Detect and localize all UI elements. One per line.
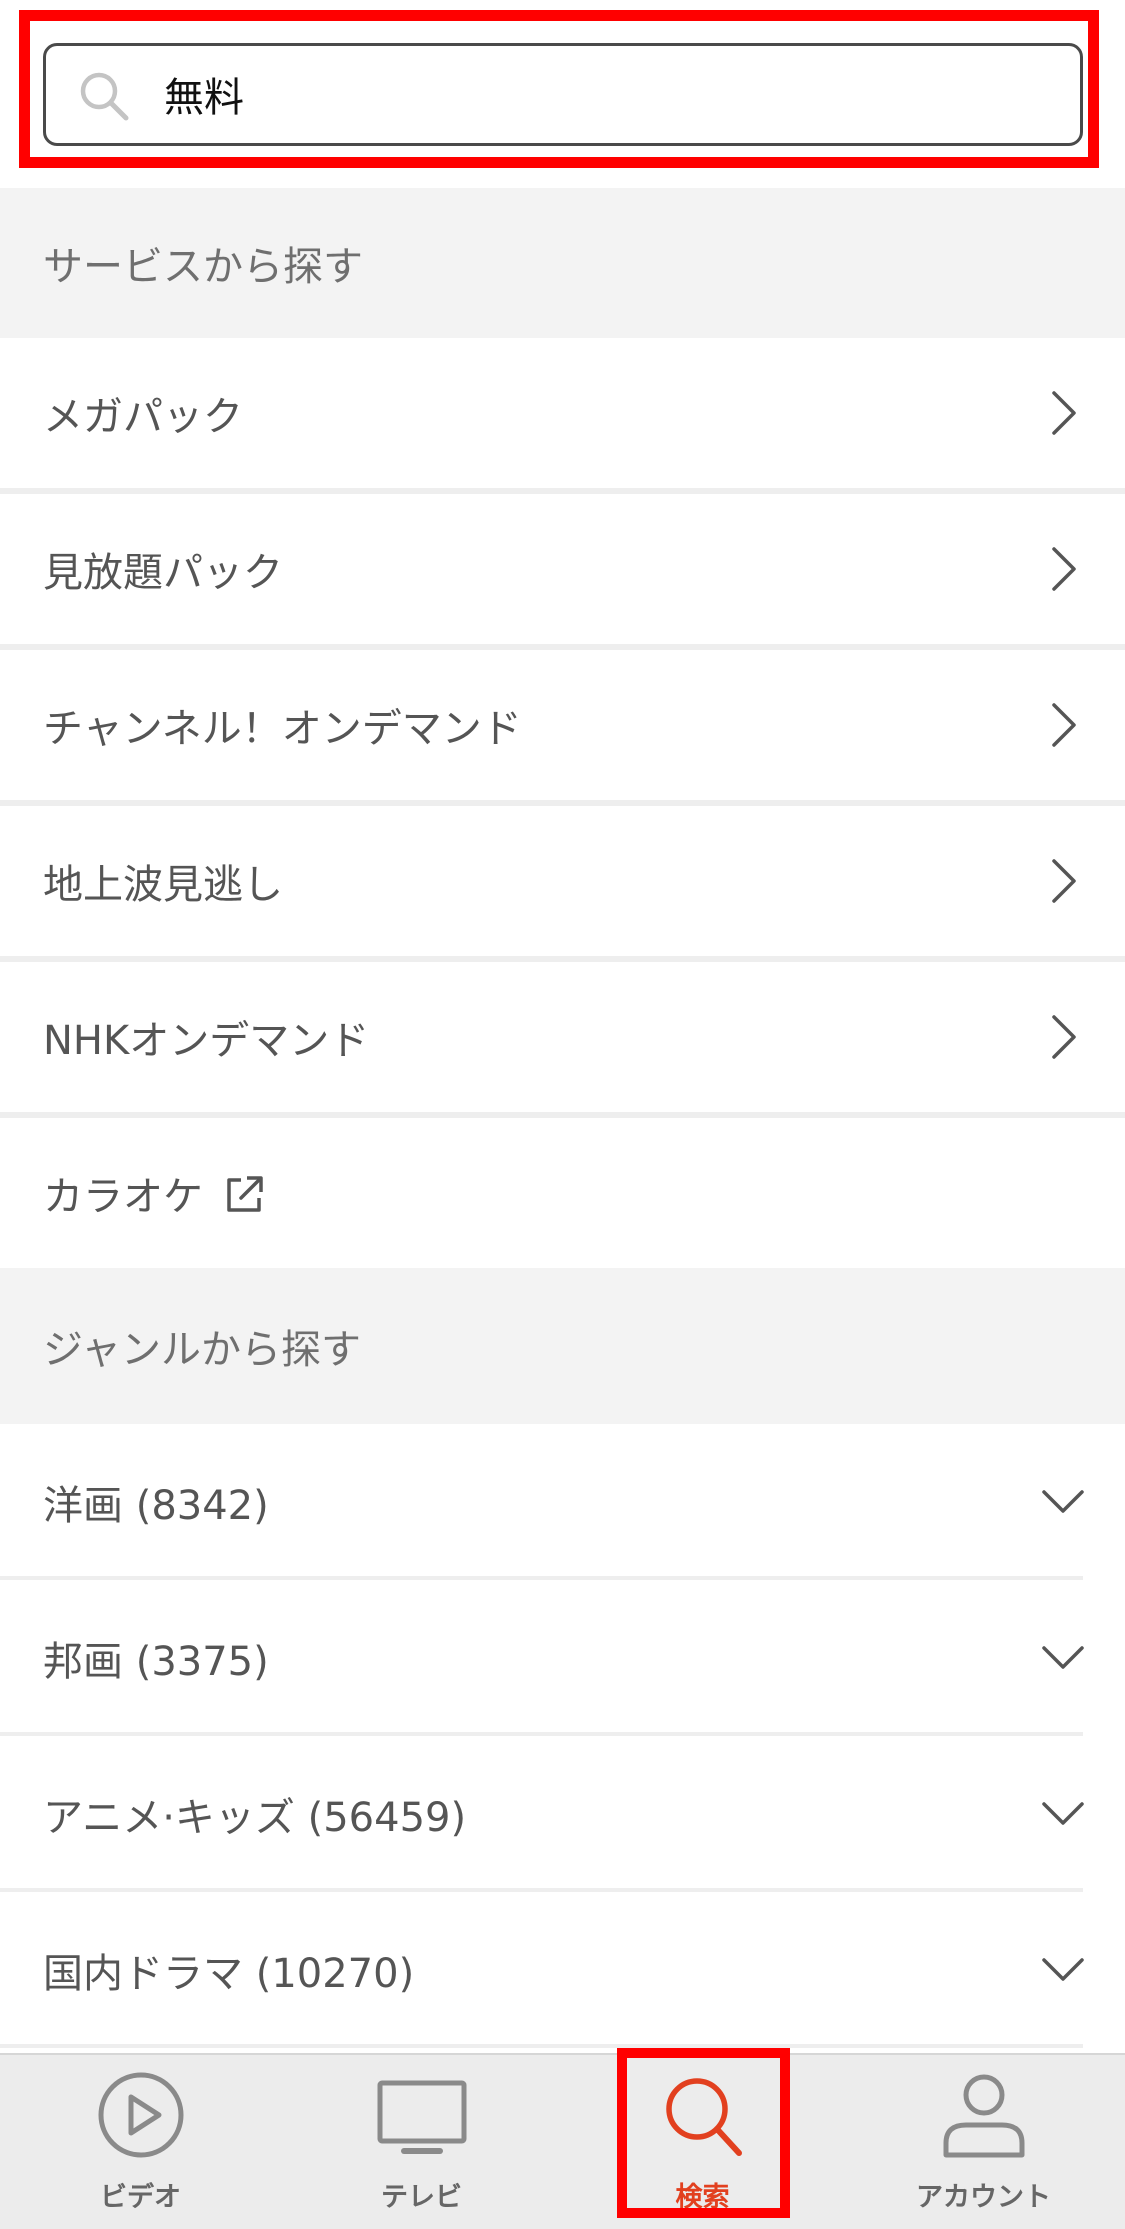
bottom-tab-bar: ビデオ テレビ 検索 アカウント: [0, 2053, 1125, 2229]
user-icon: [943, 2074, 1024, 2158]
genre-item-anime-kids[interactable]: アニメ·キッズ (56459): [0, 1736, 1125, 1892]
chevron-right-icon: [1052, 547, 1076, 591]
chevron-right-icon: [1052, 703, 1076, 747]
chevron-down-icon: [1042, 1958, 1084, 1981]
service-item-karaoke[interactable]: カラオケ: [0, 1118, 1125, 1268]
services-section-header: サービスから探す: [0, 188, 1125, 338]
service-item-label: カラオケ: [43, 1174, 203, 1220]
genre-item-label: 洋画 (8342): [43, 1483, 269, 1529]
search-screen: サービスから探す メガパック 見放題パック チャンネル！オンデマンド 地上波見逃…: [0, 0, 1125, 2229]
chevron-down-icon: [1042, 1646, 1084, 1669]
chevron-right-icon: [1052, 1015, 1076, 1059]
service-item-label: NHKオンデマンド: [43, 1018, 370, 1064]
search-header: [0, 0, 1125, 188]
tab-video[interactable]: ビデオ: [0, 2055, 281, 2229]
service-item-megapack[interactable]: メガパック: [0, 338, 1125, 494]
service-item-mihoudai-pack[interactable]: 見放題パック: [0, 494, 1125, 650]
service-item-label: チャンネル！オンデマンド: [43, 706, 522, 752]
chevron-down-icon: [1042, 1490, 1084, 1513]
chevron-down-icon: [1042, 1802, 1084, 1825]
browse-list: サービスから探す メガパック 見放題パック チャンネル！オンデマンド 地上波見逃…: [0, 188, 1125, 2048]
service-item-label: 見放題パック: [43, 550, 283, 596]
tab-label: テレビ: [381, 2182, 462, 2213]
genre-item-western-movies[interactable]: 洋画 (8342): [0, 1424, 1125, 1580]
external-link-icon: [227, 1176, 263, 1212]
service-item-label: 地上波見逃し: [43, 862, 283, 908]
search-highlight-frame: [19, 10, 1099, 168]
genre-item-japanese-movies[interactable]: 邦画 (3375): [0, 1580, 1125, 1736]
genres-section-header: ジャンルから探す: [0, 1268, 1125, 1424]
service-item-terrestrial-catchup[interactable]: 地上波見逃し: [0, 806, 1125, 962]
genre-item-label: 邦画 (3375): [43, 1639, 269, 1685]
service-item-channel-ondemand[interactable]: チャンネル！オンデマンド: [0, 650, 1125, 806]
genre-item-label: アニメ·キッズ (56459): [43, 1795, 467, 1841]
chevron-right-icon: [1052, 391, 1076, 435]
service-item-nhk-ondemand[interactable]: NHKオンデマンド: [0, 962, 1125, 1118]
play-circle-icon: [98, 2072, 183, 2158]
chevron-right-icon: [1052, 859, 1076, 903]
service-item-label: メガパック: [43, 394, 243, 440]
tab-label: ビデオ: [100, 2182, 181, 2213]
tab-label: アカウント: [916, 2182, 1051, 2213]
tab-tv[interactable]: テレビ: [281, 2055, 562, 2229]
genre-item-domestic-drama[interactable]: 国内ドラマ (10270): [0, 1892, 1125, 2048]
tv-icon: [377, 2080, 466, 2154]
genre-item-label: 国内ドラマ (10270): [43, 1951, 415, 1997]
search-tab-highlight-frame: [617, 2048, 790, 2218]
tab-account[interactable]: アカウント: [843, 2055, 1124, 2229]
